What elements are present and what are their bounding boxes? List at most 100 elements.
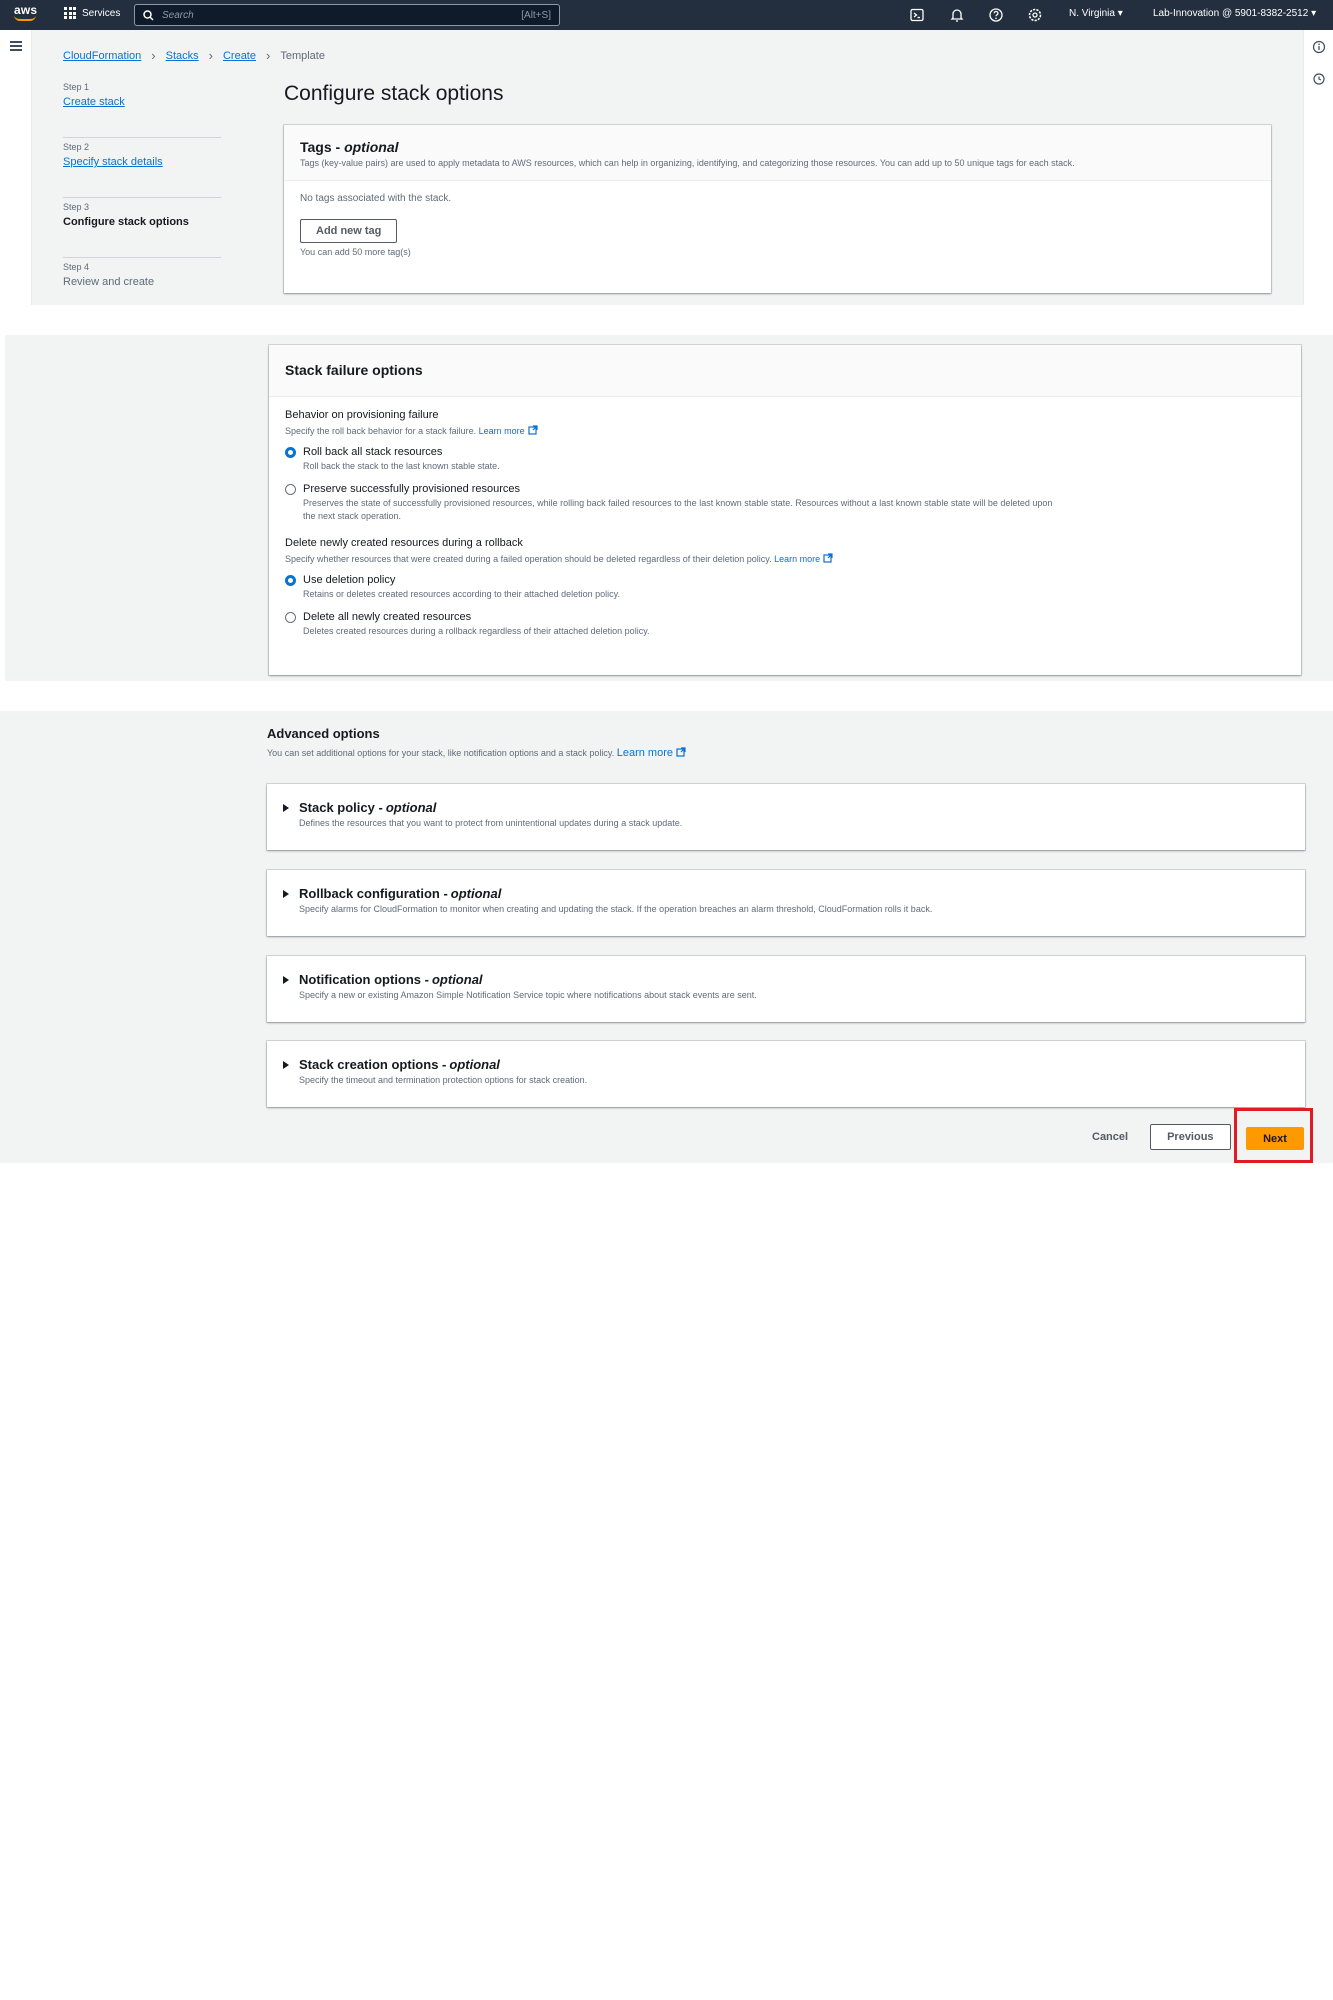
breadcrumb: CloudFormation › Stacks › Create › Templ… xyxy=(63,48,325,63)
expandable-rollback-configuration[interactable]: Rollback configuration - optional Specif… xyxy=(267,870,1305,936)
learn-more-link[interactable]: Learn more xyxy=(774,554,820,564)
tags-empty-text: No tags associated with the stack. xyxy=(300,193,452,204)
chevron-right-icon: › xyxy=(151,48,156,63)
help-icon[interactable] xyxy=(988,7,1004,23)
step-review-and-create: Review and create xyxy=(63,276,155,288)
next-button[interactable]: Next xyxy=(1246,1127,1304,1150)
top-navigation-bar: aws Services Search [Alt+S] N. Virginia … xyxy=(0,0,1333,30)
services-label: Services xyxy=(82,7,121,19)
caret-right-icon xyxy=(283,889,289,898)
radio-roll-back-all[interactable]: Roll back all stack resources Roll back … xyxy=(285,446,1285,473)
wizard-step-1: Step 1 Create stack xyxy=(63,78,221,138)
radio-unselected-icon[interactable] xyxy=(285,484,296,495)
expandable-stack-creation-options[interactable]: Stack creation options - optional Specif… xyxy=(267,1041,1305,1107)
step-link-create-stack[interactable]: Create stack xyxy=(63,96,221,108)
search-input[interactable]: Search [Alt+S] xyxy=(134,4,560,26)
step-link-specify-stack-details[interactable]: Specify stack details xyxy=(63,156,221,168)
caret-right-icon xyxy=(283,975,289,984)
caret-right-icon xyxy=(283,1060,289,1069)
radio-description: Preserves the state of successfully prov… xyxy=(303,498,1053,521)
radio-selected-icon[interactable] xyxy=(285,575,296,586)
learn-more-link[interactable]: Learn more xyxy=(479,426,525,436)
search-placeholder: Search xyxy=(162,9,194,21)
wizard-step-4: Step 4 Review and create xyxy=(63,258,221,318)
tags-body: No tags associated with the stack. Add n… xyxy=(284,181,1271,269)
breadcrumb-stacks[interactable]: Stacks xyxy=(166,50,199,62)
section-description: Specify alarms for CloudFormation to mon… xyxy=(299,904,933,914)
behavior-label: Behavior on provisioning failure xyxy=(285,409,439,421)
optional-label: optional xyxy=(385,800,437,815)
advanced-options-panel: Advanced options You can set additional … xyxy=(0,711,1333,1163)
radio-preserve-provisioned[interactable]: Preserve successfully provisioned resour… xyxy=(285,483,1285,523)
optional-label: optional xyxy=(344,139,399,155)
region-selector[interactable]: N. Virginia ▾ xyxy=(1069,8,1123,19)
external-link-icon xyxy=(823,553,833,563)
radio-description: Roll back the stack to the last known st… xyxy=(303,461,500,471)
stack-failure-panel: Stack failure options Behavior on provis… xyxy=(0,335,1333,681)
next-button-highlight: Next xyxy=(1234,1108,1313,1163)
step-number: Step 1 xyxy=(63,82,90,92)
chevron-right-icon: › xyxy=(266,48,271,63)
tags-container: Tags - optional Tags (key-value pairs) a… xyxy=(284,125,1271,293)
advanced-options-description: You can set additional options for your … xyxy=(267,747,686,759)
breadcrumb-create[interactable]: Create xyxy=(223,50,256,62)
radio-description: Deletes created resources during a rollb… xyxy=(303,626,650,636)
radio-unselected-icon[interactable] xyxy=(285,612,296,623)
search-icon xyxy=(143,9,154,21)
previous-button[interactable]: Previous xyxy=(1150,1124,1231,1150)
optional-label: optional xyxy=(431,972,483,987)
settings-gear-icon[interactable] xyxy=(1027,7,1043,23)
stack-failure-body: Behavior on provisioning failure Specify… xyxy=(269,397,1301,650)
step-number: Step 3 xyxy=(63,202,90,212)
expandable-stack-policy[interactable]: Stack policy - optional Defines the reso… xyxy=(267,784,1305,850)
advanced-options-title: Advanced options xyxy=(267,726,380,741)
optional-label: optional xyxy=(449,1057,500,1072)
page-title: Configure stack options xyxy=(284,82,504,105)
expandable-notification-options[interactable]: Notification options - optional Specify … xyxy=(267,956,1305,1022)
tags-remaining-hint: You can add 50 more tag(s) xyxy=(300,247,411,257)
external-link-icon xyxy=(676,747,686,757)
notifications-bell-icon[interactable] xyxy=(949,7,965,23)
breadcrumb-template: Template xyxy=(280,49,325,62)
region-label: N. Virginia xyxy=(1069,8,1115,19)
section-description: Specify the timeout and termination prot… xyxy=(299,1075,588,1085)
account-label: Lab-Innovation @ 5901-8382-2512 xyxy=(1153,8,1309,19)
radio-label: Roll back all stack resources xyxy=(303,446,443,458)
breadcrumb-cloudformation[interactable]: CloudFormation xyxy=(63,50,141,62)
configure-stack-options-panel: CloudFormation › Stacks › Create › Templ… xyxy=(0,30,1333,305)
radio-label: Delete all newly created resources xyxy=(303,611,472,623)
wizard-steps: Step 1 Create stack Step 2 Specify stack… xyxy=(63,78,221,318)
account-menu[interactable]: Lab-Innovation @ 5901-8382-2512 ▾ xyxy=(1153,8,1316,19)
caret-down-icon: ▾ xyxy=(1117,8,1123,19)
radio-selected-icon[interactable] xyxy=(285,447,296,458)
add-new-tag-button[interactable]: Add new tag xyxy=(300,219,398,243)
aws-logo[interactable]: aws xyxy=(14,4,40,26)
radio-delete-all-new[interactable]: Delete all newly created resources Delet… xyxy=(285,611,1285,638)
tools-rail xyxy=(1303,30,1333,305)
services-menu-button[interactable]: Services xyxy=(64,7,120,19)
info-icon[interactable] xyxy=(1312,40,1326,54)
side-navigation-toggle-rail xyxy=(0,30,32,305)
aws-logo-text: aws xyxy=(14,3,38,17)
step-number: Step 4 xyxy=(63,262,90,272)
radio-use-deletion-policy[interactable]: Use deletion policy Retains or deletes c… xyxy=(285,574,1285,601)
external-link-icon xyxy=(528,425,538,435)
radio-label: Preserve successfully provisioned resour… xyxy=(303,483,521,495)
hamburger-menu-icon[interactable] xyxy=(10,41,22,51)
optional-label: optional xyxy=(450,886,502,901)
chevron-right-icon: › xyxy=(208,48,213,63)
step-current-configure-stack-options: Configure stack options xyxy=(63,216,189,228)
stack-failure-options-container: Stack failure options Behavior on provis… xyxy=(269,345,1301,675)
radio-label: Use deletion policy xyxy=(303,574,396,586)
history-icon[interactable] xyxy=(1312,72,1326,86)
delete-resources-description: Specify whether resources that were crea… xyxy=(285,553,1285,564)
search-shortcut: [Alt+S] xyxy=(521,9,551,21)
cancel-button[interactable]: Cancel xyxy=(1092,1131,1128,1143)
cloudshell-icon[interactable] xyxy=(909,7,925,23)
caret-down-icon: ▾ xyxy=(1311,8,1317,19)
learn-more-link[interactable]: Learn more xyxy=(617,747,673,759)
caret-right-icon xyxy=(283,803,289,812)
step-number: Step 2 xyxy=(63,142,90,152)
delete-resources-label: Delete newly created resources during a … xyxy=(285,537,523,549)
section-description: Defines the resources that you want to p… xyxy=(299,818,683,828)
